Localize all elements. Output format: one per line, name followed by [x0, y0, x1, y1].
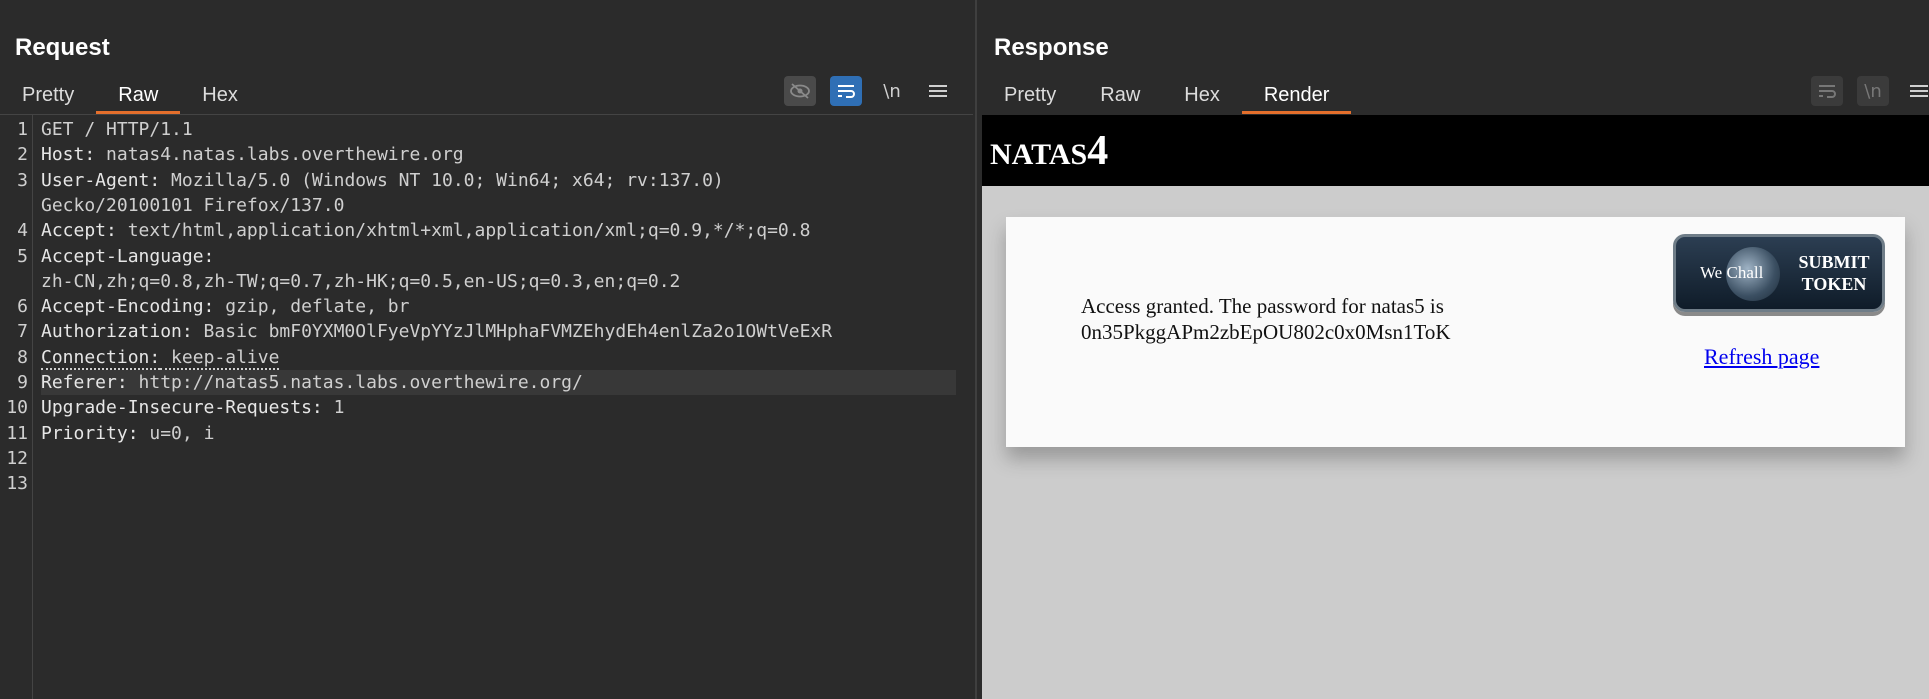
header-key: Authorization: — [41, 321, 193, 343]
submit-token-button[interactable]: We Chall SUBMIT TOKEN — [1673, 234, 1885, 312]
word-wrap-icon[interactable] — [830, 76, 862, 106]
newline-toggle-button[interactable]: \n — [1857, 76, 1889, 106]
submit-label: SUBMIT — [1798, 252, 1870, 272]
code-line: Referer: http://natas5.natas.labs.overth… — [41, 370, 956, 395]
refresh-page-link[interactable]: Refresh page — [1704, 344, 1819, 370]
line-number: 7 — [17, 321, 28, 343]
response-title: Response — [994, 34, 1109, 61]
code-line: Accept: text/html,application/xhtml+xml,… — [41, 218, 956, 243]
header-value: Gecko/20100101 Firefox/137.0 — [41, 194, 345, 216]
header-value: keep-alive — [160, 346, 280, 370]
request-editor[interactable]: 1 2 3 4 5 6 7 8 9 10 11 12 13 GET / HTTP/1.1 Host: na… — [0, 115, 973, 699]
site-header: NATAS4 — [982, 115, 1929, 186]
wechall-brand: We Chall — [1700, 263, 1764, 282]
access-message-line1: Access granted. The password for natas5 … — [1081, 294, 1444, 318]
access-message: Access granted. The password for natas5 … — [1081, 293, 1561, 345]
newline-toggle-button[interactable]: \n — [876, 76, 908, 106]
token-label: TOKEN — [1801, 274, 1867, 294]
header-value: Basic bmF0YXM0OlFyeVpYYzJlMHphaFVMZEhydE… — [192, 321, 833, 343]
content-box: Access granted. The password for natas5 … — [1006, 217, 1905, 447]
tab-raw[interactable]: Raw — [1078, 80, 1162, 114]
request-title: Request — [15, 34, 110, 61]
header-value: text/html,application/xhtml+xml,applicat… — [116, 220, 811, 242]
header-key: Upgrade-Insecure-Requests: — [41, 397, 323, 419]
line-number: 6 — [17, 296, 28, 318]
header-key: Host: — [41, 144, 96, 166]
line-number: 5 — [17, 245, 28, 267]
site-title-prefix: NATAS — [990, 138, 1088, 171]
header-value: 1 — [322, 397, 345, 419]
response-pane: Response Pretty Raw Hex Render \n NATAS4… — [982, 0, 1929, 699]
code-line: Priority: u=0, i — [41, 421, 956, 446]
header-key: Accept-Language: — [41, 245, 215, 267]
header-key: Connection: — [41, 346, 161, 370]
request-toolbar: \n — [784, 76, 954, 106]
password-value: 0n35PkggAPm2zbEpOU802c0x0Msn1ToK — [1081, 320, 1451, 344]
header-value: natas4.natas.labs.overthewire.org — [95, 144, 464, 166]
request-pane: Request Pretty Raw Hex \n 1 2 3 4 5 6 7 8 9 10 11 1… — [0, 0, 973, 699]
word-wrap-icon[interactable] — [1811, 76, 1843, 106]
code-line: Accept-Language: — [41, 244, 956, 269]
tab-hex[interactable]: Hex — [180, 80, 260, 114]
header-value: u=0, i — [138, 422, 215, 444]
header-value: http://natas5.natas.labs.overthewire.org… — [127, 372, 583, 393]
request-tabs: Pretty Raw Hex — [0, 80, 260, 114]
line-number: 8 — [17, 346, 28, 368]
line-number: 11 — [6, 422, 28, 444]
line-number: 2 — [17, 144, 28, 166]
code-line: Host: natas4.natas.labs.overthewire.org — [41, 142, 956, 167]
header-key: Accept: — [41, 220, 117, 242]
line-number: 4 — [17, 220, 28, 242]
eye-off-icon[interactable] — [784, 76, 816, 106]
line-number: 1 — [17, 119, 28, 140]
line-number: 13 — [6, 473, 28, 495]
pane-divider[interactable] — [973, 0, 982, 699]
line-number: 3 — [17, 169, 28, 191]
line-number: 12 — [6, 447, 28, 469]
tab-raw[interactable]: Raw — [96, 80, 181, 114]
header-key: Referer: — [41, 372, 128, 393]
code-line: Connection: keep-alive — [41, 345, 956, 370]
code-line: Upgrade-Insecure-Requests: 1 — [41, 395, 956, 420]
code-line: Accept-Encoding: gzip, deflate, br — [41, 294, 956, 319]
submit-token-label: SUBMIT TOKEN — [1786, 251, 1882, 295]
tab-pretty[interactable]: Pretty — [0, 80, 96, 114]
site-title-number: 4 — [1087, 128, 1109, 174]
code-line: Gecko/20100101 Firefox/137.0 — [41, 193, 956, 218]
header-value: zh-CN,zh;q=0.8,zh-TW;q=0.7,zh-HK;q=0.5,e… — [41, 270, 681, 292]
tab-render[interactable]: Render — [1241, 80, 1352, 114]
header-value: GET / HTTP/1.1 — [41, 119, 193, 140]
code-line: GET / HTTP/1.1 — [41, 117, 956, 142]
hamburger-menu-icon[interactable] — [922, 76, 954, 106]
header-key: Accept-Encoding: — [41, 296, 215, 318]
header-key: Priority: — [41, 422, 139, 444]
code-line: Authorization: Basic bmF0YXM0OlFyeVpYYzJ… — [41, 319, 956, 344]
site-title: NATAS4 — [990, 127, 1108, 175]
line-number: 10 — [6, 397, 28, 419]
header-key: User-Agent: — [41, 169, 161, 191]
render-view: NATAS4 Access granted. The password for … — [982, 115, 1929, 699]
hamburger-menu-icon[interactable] — [1903, 76, 1929, 106]
tab-pretty[interactable]: Pretty — [982, 80, 1078, 114]
line-gutter: 1 2 3 4 5 6 7 8 9 10 11 12 13 — [0, 115, 33, 699]
tab-hex[interactable]: Hex — [1162, 80, 1242, 114]
header-value: gzip, deflate, br — [214, 296, 410, 318]
response-toolbar: \n — [1811, 76, 1929, 106]
line-number: 9 — [17, 372, 28, 393]
header-value: Mozilla/5.0 (Windows NT 10.0; Win64; x64… — [160, 169, 724, 191]
code-line: zh-CN,zh;q=0.8,zh-TW;q=0.7,zh-HK;q=0.5,e… — [41, 269, 956, 294]
code-line: User-Agent: Mozilla/5.0 (Windows NT 10.0… — [41, 168, 956, 193]
response-tabs: Pretty Raw Hex Render — [982, 80, 1352, 114]
